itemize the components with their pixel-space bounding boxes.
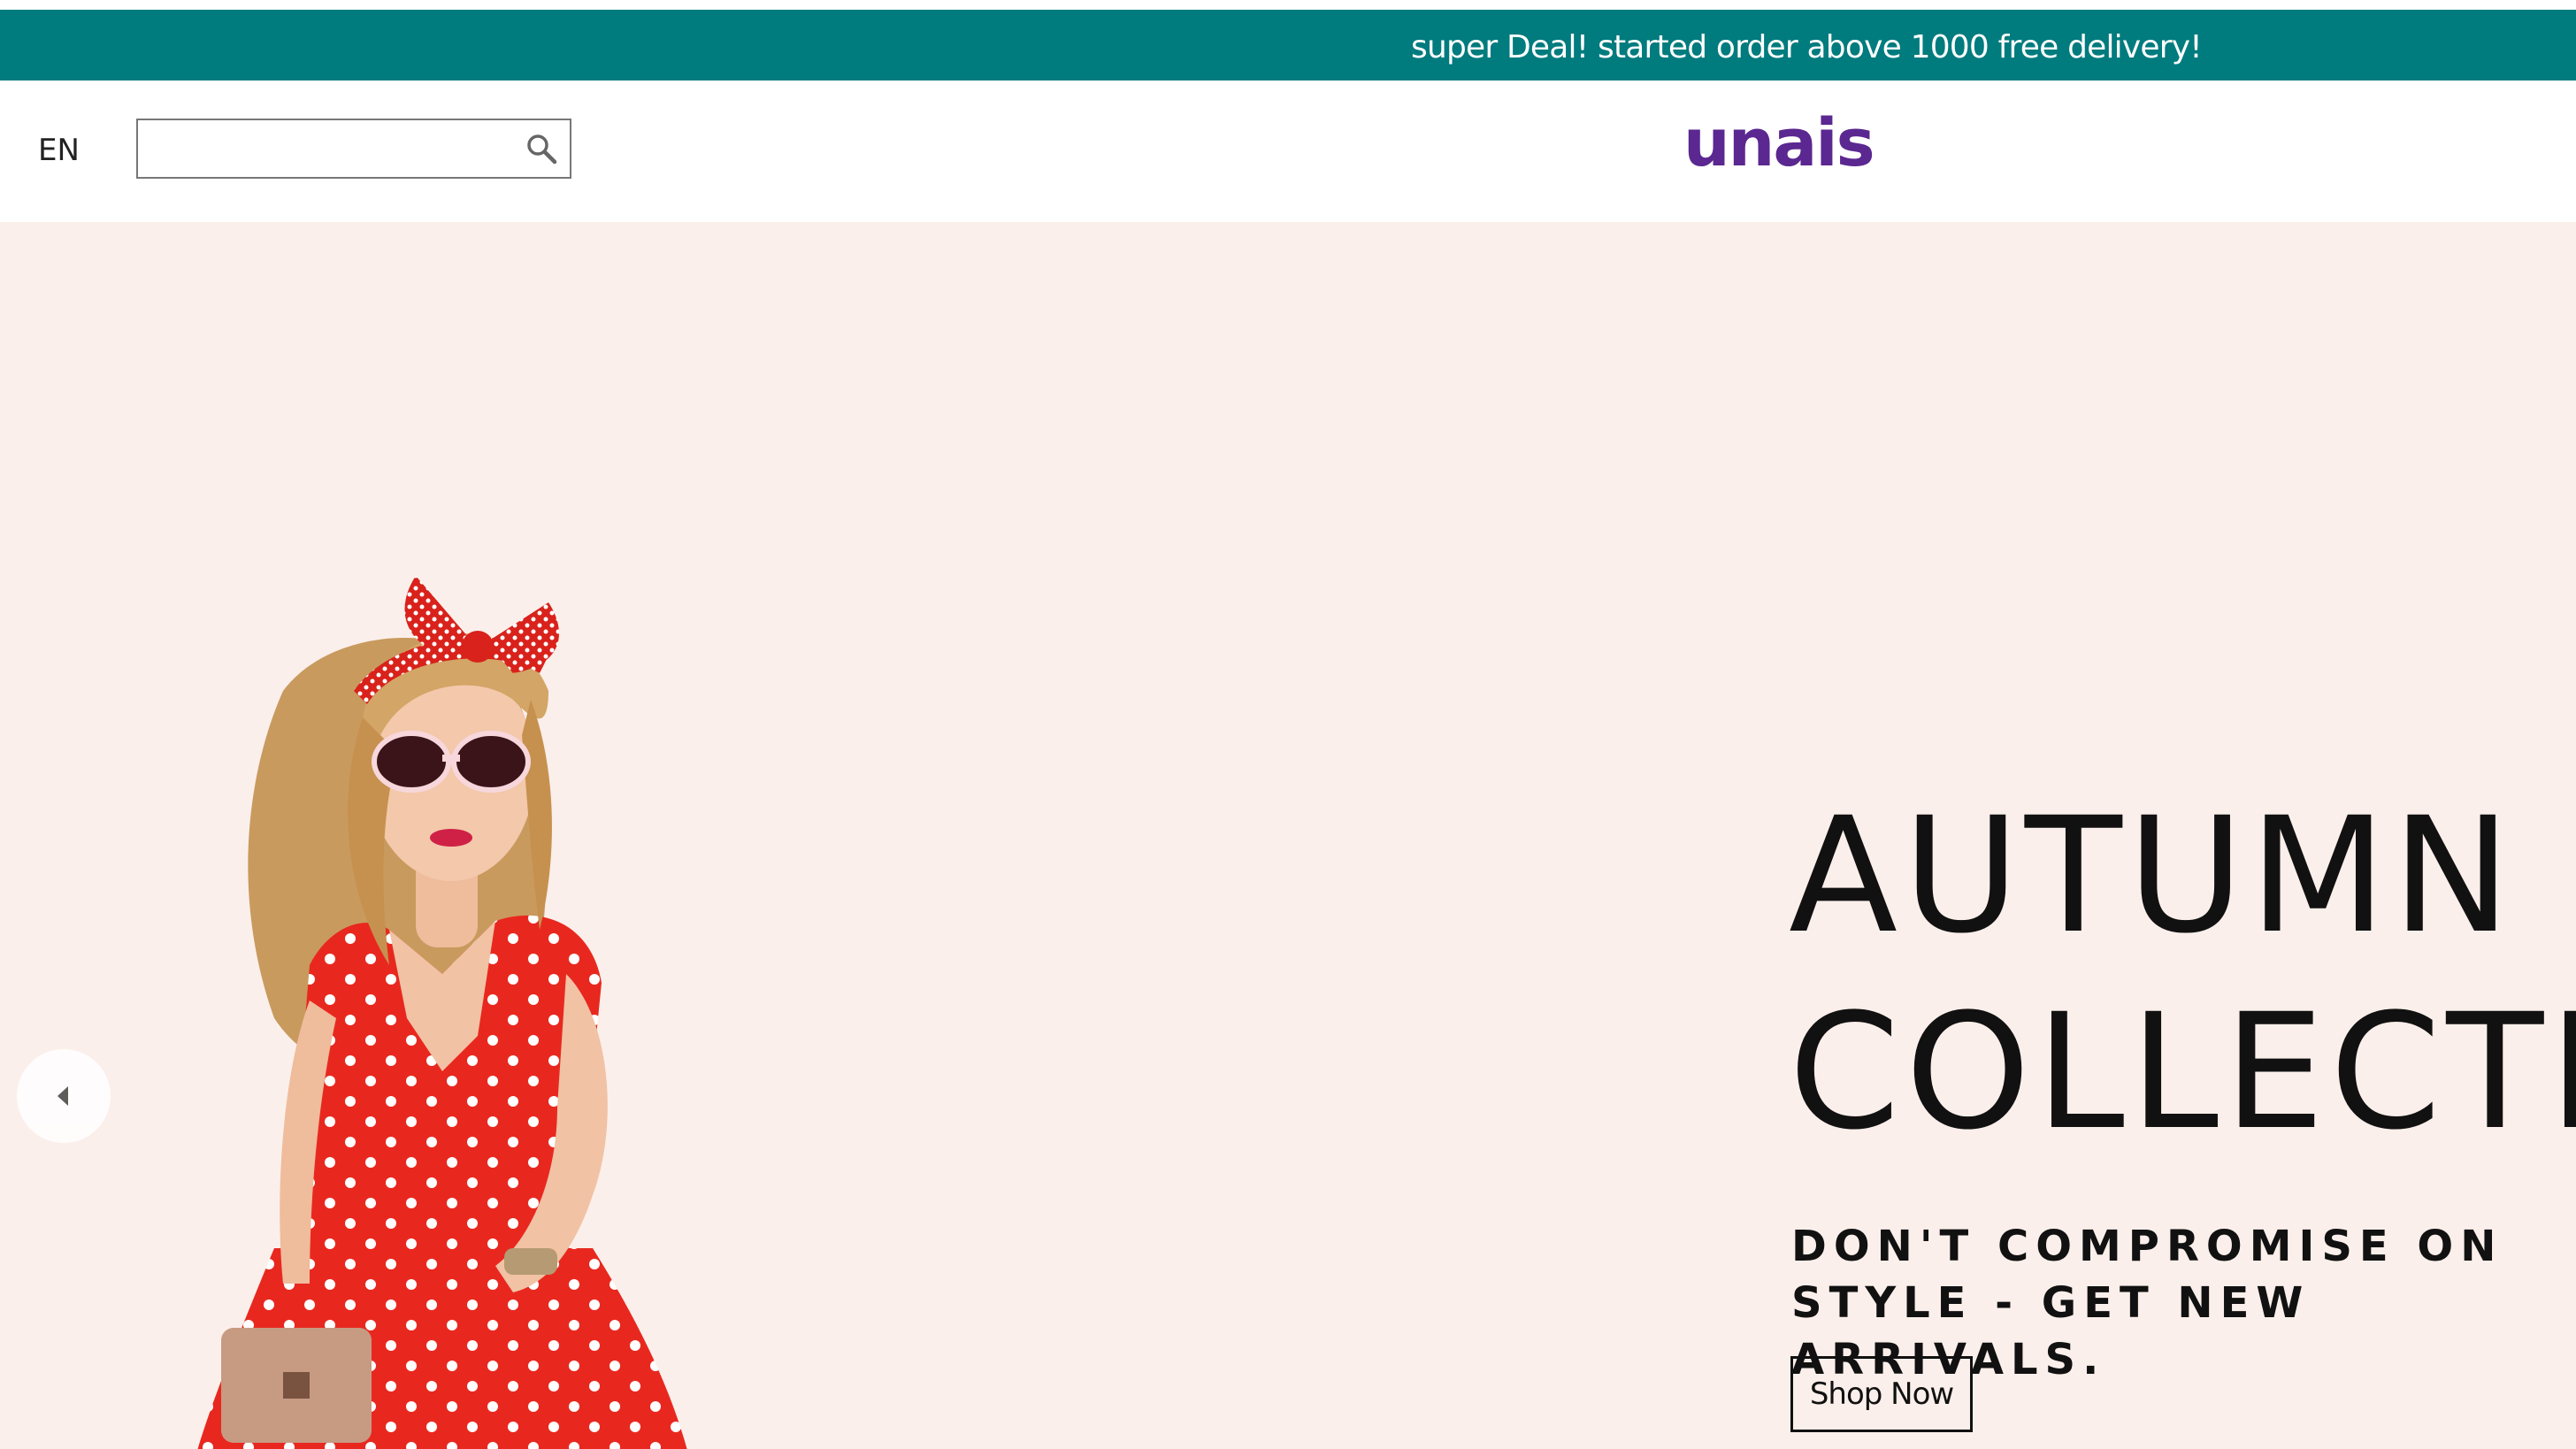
site-header: EN unais bbox=[0, 80, 2576, 222]
chevron-left-icon bbox=[58, 1086, 68, 1106]
search-bar bbox=[136, 119, 571, 179]
shop-now-button[interactable]: Shop Now bbox=[1790, 1356, 1973, 1432]
site-logo[interactable]: unais bbox=[1683, 111, 1875, 176]
carousel-prev-button[interactable] bbox=[17, 1049, 111, 1143]
hero-headline-line2: COLLECTION bbox=[1789, 980, 2576, 1165]
search-icon[interactable] bbox=[524, 131, 559, 166]
announcement-text: super Deal! started order above 1000 fre… bbox=[1411, 29, 2203, 65]
language-selector[interactable]: EN bbox=[38, 133, 80, 168]
hero-headline-line1: AUTUMN bbox=[1789, 784, 2517, 969]
hero-model-image bbox=[197, 576, 687, 1449]
hero-banner: AUTUMN COLLECTION DON'T COMPROMISE ON ST… bbox=[0, 222, 2576, 1449]
search-input[interactable] bbox=[143, 126, 515, 172]
announcement-bar: super Deal! started order above 1000 fre… bbox=[0, 10, 2576, 80]
